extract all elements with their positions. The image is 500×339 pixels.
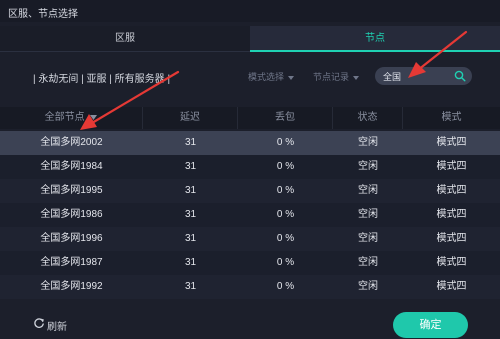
tab-region[interactable]: 区服 [0,26,250,52]
cell-node: 全国多网2002 [40,137,103,148]
search-box [375,67,472,85]
cell-status: 空闲 [358,161,378,172]
cell-mode: 模式四 [436,257,467,268]
column-header-status[interactable]: 状态 [333,107,403,129]
cell-latency: 31 [184,281,197,292]
cell-latency: 31 [184,209,197,220]
cell-node: 全国多网1984 [40,161,103,172]
cell-node: 全国多网1986 [40,209,103,220]
cell-loss: 0 % [276,185,295,196]
cell-mode: 模式四 [436,161,467,172]
chevron-down-icon [353,75,360,80]
cell-mode: 模式四 [436,137,467,148]
cell-latency: 31 [184,137,197,148]
column-header-loss[interactable]: 丢包 [238,107,333,129]
refresh-icon [34,318,44,328]
cell-latency: 31 [184,185,197,196]
cell-node: 全国多网1992 [40,281,103,292]
search-input[interactable] [383,71,453,81]
cell-latency: 31 [184,257,197,268]
cell-status: 空闲 [358,137,378,148]
cell-mode: 模式四 [436,281,467,292]
table-header: 全部节点 延迟 丢包 状态 模式 [0,107,500,129]
node-record-label: 节点记录 [313,72,350,82]
table-row[interactable]: 全国多网1995 31 0 % 空闲 模式四 [0,179,500,203]
cell-status: 空闲 [358,257,378,268]
cell-loss: 0 % [276,257,295,268]
tab-bar: 区服 节点 [0,26,500,52]
search-icon[interactable] [454,70,466,82]
cell-loss: 0 % [276,209,295,220]
cell-loss: 0 % [276,137,295,148]
column-header-latency[interactable]: 延迟 [143,107,238,129]
column-header-mode[interactable]: 模式 [403,107,500,129]
cell-status: 空闲 [358,209,378,220]
filter-bar: | 永劫无间 | 亚服 | 所有服务器 | 模式选择 节点记录 [0,58,500,94]
cell-mode: 模式四 [436,209,467,220]
confirm-button[interactable]: 确定 [393,312,468,338]
cell-status: 空闲 [358,233,378,244]
table-row[interactable]: 全国多网1992 31 0 % 空闲 模式四 [0,275,500,299]
cell-mode: 模式四 [436,185,467,196]
tab-node[interactable]: 节点 [250,26,500,52]
cell-status: 空闲 [358,281,378,292]
table-row[interactable]: 全国多网2002 31 0 % 空闲 模式四 [0,131,500,155]
table-row[interactable]: 全国多网1996 31 0 % 空闲 模式四 [0,227,500,251]
cell-node: 全国多网1995 [40,185,103,196]
cell-status: 空闲 [358,185,378,196]
cell-loss: 0 % [276,161,295,172]
cell-latency: 31 [184,161,197,172]
window-title: 区服、节点选择 [8,9,78,20]
cell-mode: 模式四 [436,233,467,244]
mode-select-label: 模式选择 [248,72,285,82]
cell-loss: 0 % [276,233,295,244]
table-row[interactable]: 全国多网1986 31 0 % 空闲 模式四 [0,203,500,227]
node-record-dropdown[interactable]: 节点记录 [313,70,360,83]
chevron-down-icon [288,75,295,80]
title-bar: 区服、节点选择 [0,0,500,22]
cell-node: 全国多网1987 [40,257,103,268]
cell-node: 全国多网1996 [40,233,103,244]
refresh-label: 刷新 [47,322,67,333]
mode-select-dropdown[interactable]: 模式选择 [248,70,295,83]
table-row[interactable]: 全国多网1984 31 0 % 空闲 模式四 [0,155,500,179]
table-row[interactable]: 全国多网1987 31 0 % 空闲 模式四 [0,251,500,275]
column-header-node-label: 全部节点 [44,112,85,123]
server-path-breadcrumb: | 永劫无间 | 亚服 | 所有服务器 | [33,74,171,85]
cell-latency: 31 [184,233,197,244]
column-header-node[interactable]: 全部节点 [0,107,143,129]
sort-down-icon [90,114,98,120]
cell-loss: 0 % [276,281,295,292]
